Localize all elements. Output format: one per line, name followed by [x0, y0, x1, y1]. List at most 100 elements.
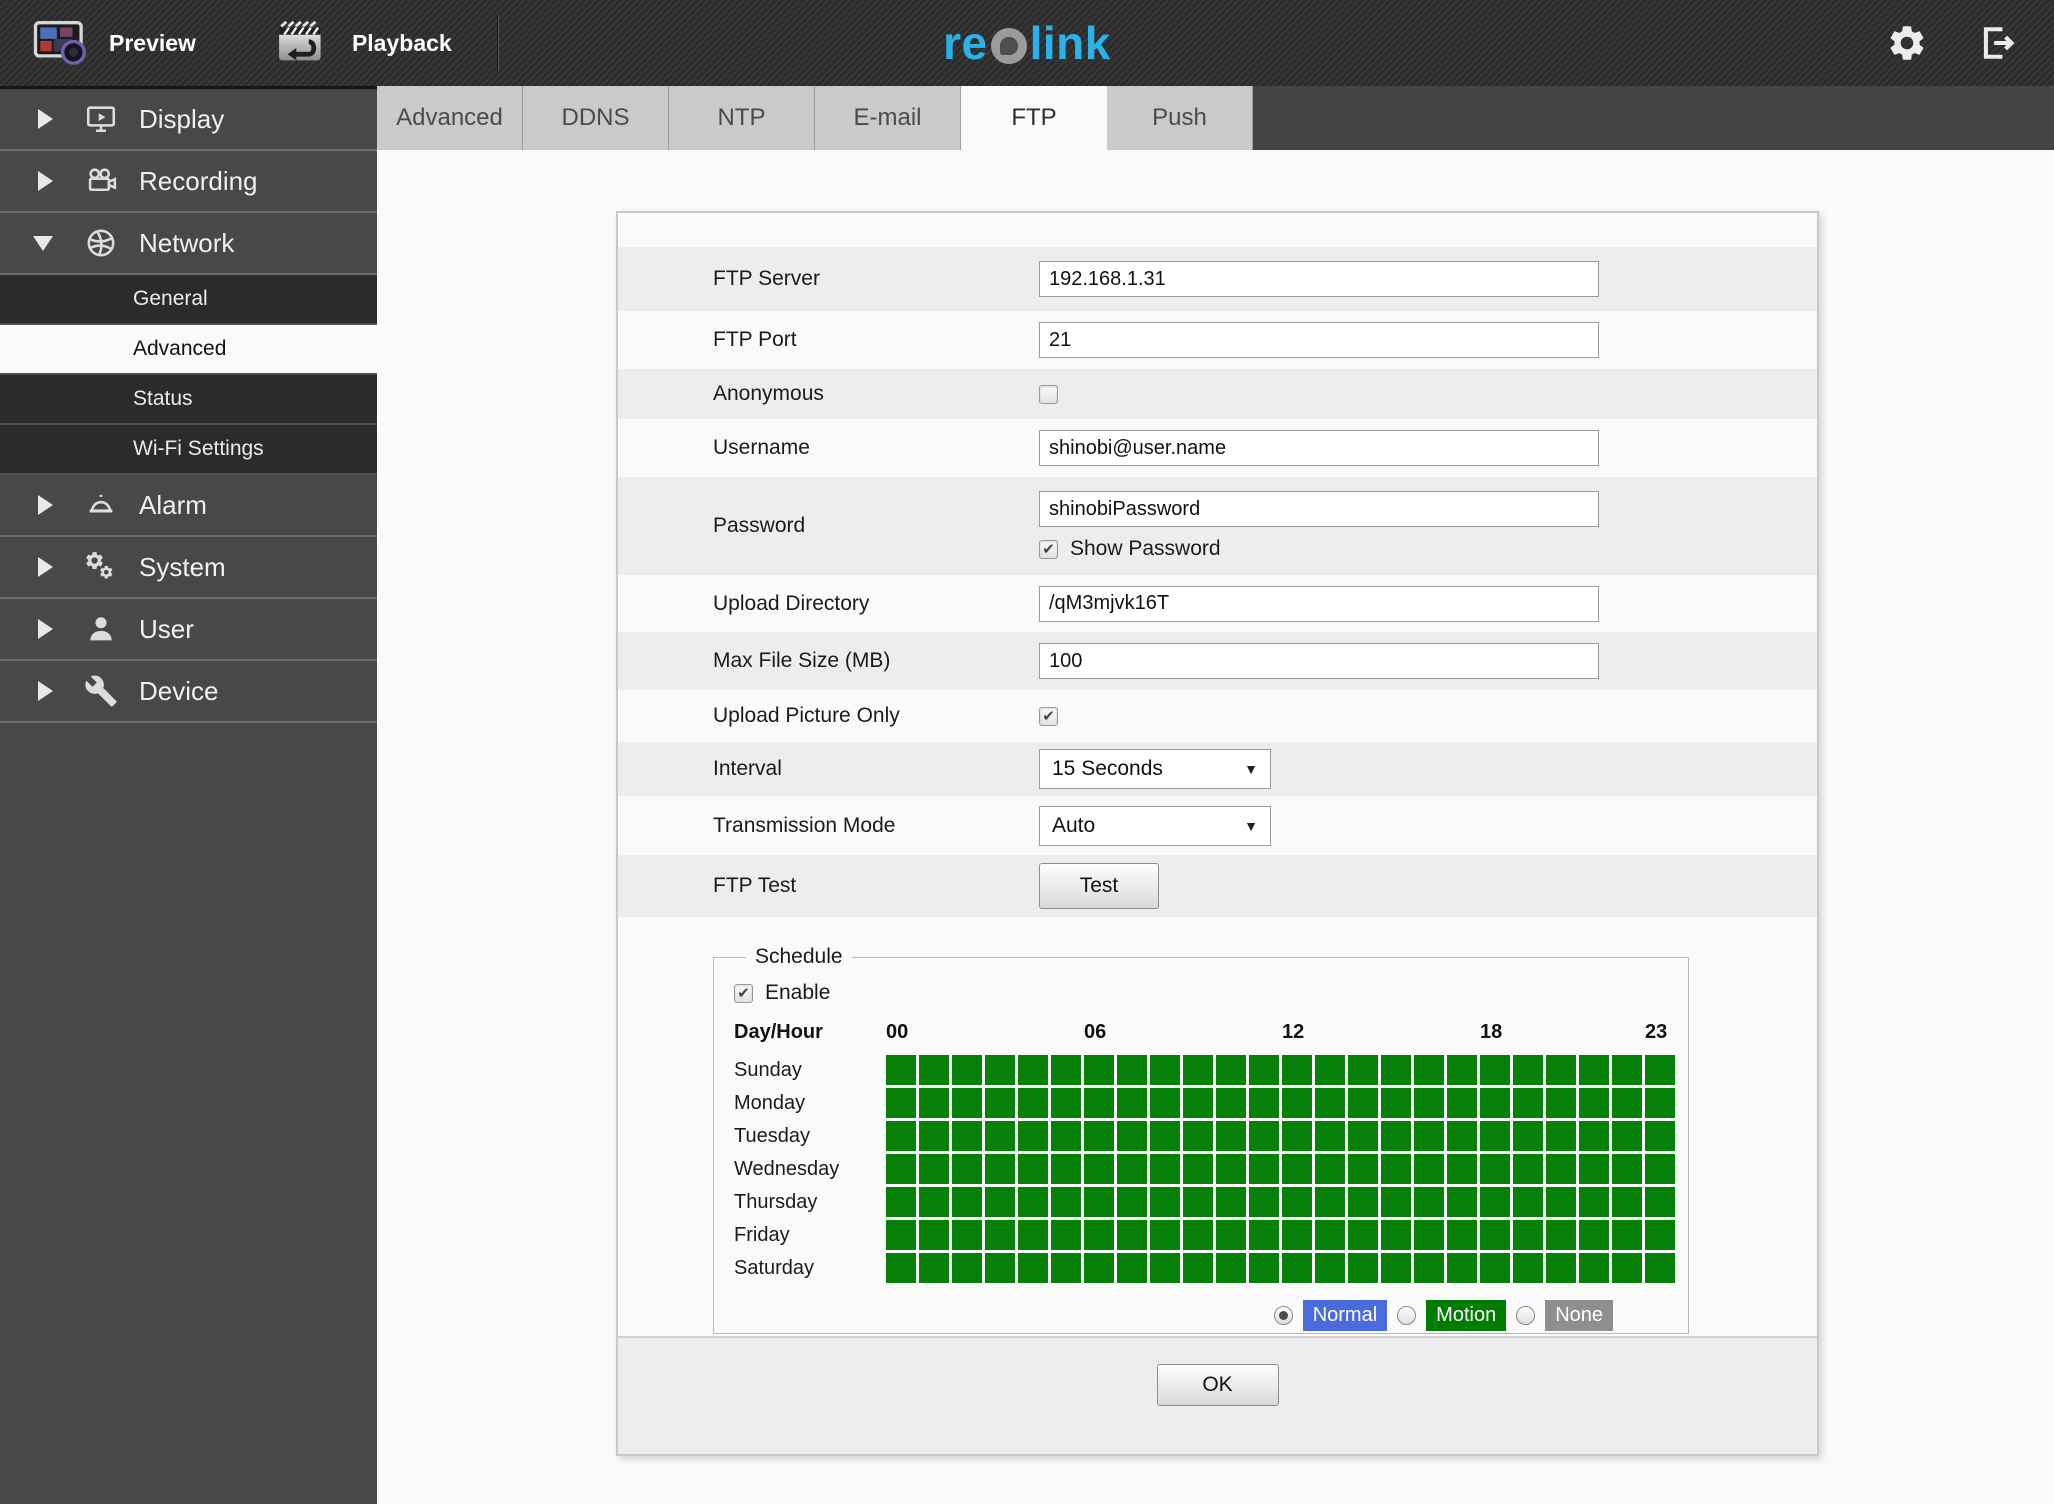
- upload-picture-only-checkbox[interactable]: [1039, 706, 1058, 726]
- schedule-cell[interactable]: [1513, 1088, 1543, 1118]
- schedule-cell[interactable]: [1117, 1121, 1147, 1151]
- schedule-cell[interactable]: [1414, 1088, 1444, 1118]
- schedule-cell[interactable]: [1216, 1253, 1246, 1283]
- schedule-cell[interactable]: [1150, 1055, 1180, 1085]
- schedule-cell[interactable]: [1348, 1088, 1378, 1118]
- show-password-checkbox[interactable]: [1039, 539, 1058, 559]
- schedule-cell[interactable]: [1315, 1121, 1345, 1151]
- schedule-cell[interactable]: [1051, 1121, 1081, 1151]
- tab-email[interactable]: E-mail: [815, 86, 961, 150]
- schedule-cell[interactable]: [1084, 1187, 1114, 1217]
- schedule-cell[interactable]: [1513, 1220, 1543, 1250]
- schedule-cell[interactable]: [1480, 1154, 1510, 1184]
- schedule-cell[interactable]: [1480, 1121, 1510, 1151]
- schedule-cell[interactable]: [1282, 1220, 1312, 1250]
- schedule-cell[interactable]: [1612, 1154, 1642, 1184]
- schedule-cell[interactable]: [1348, 1187, 1378, 1217]
- schedule-cell[interactable]: [1183, 1121, 1213, 1151]
- sidebar-item-system[interactable]: System: [0, 537, 377, 599]
- schedule-grid[interactable]: [886, 1055, 1675, 1283]
- tab-push[interactable]: Push: [1107, 86, 1253, 150]
- schedule-cell[interactable]: [1645, 1253, 1675, 1283]
- schedule-cell[interactable]: [1183, 1154, 1213, 1184]
- ftp-test-button[interactable]: Test: [1039, 863, 1159, 909]
- tab-ddns[interactable]: DDNS: [523, 86, 669, 150]
- schedule-cell[interactable]: [1282, 1121, 1312, 1151]
- schedule-cell[interactable]: [1546, 1154, 1576, 1184]
- schedule-cell[interactable]: [1447, 1253, 1477, 1283]
- schedule-cell[interactable]: [886, 1121, 916, 1151]
- mode-chip-motion[interactable]: Motion: [1426, 1300, 1507, 1331]
- ftp-server-input[interactable]: [1039, 261, 1599, 297]
- schedule-cell[interactable]: [886, 1187, 916, 1217]
- mode-radio-motion[interactable]: [1397, 1306, 1417, 1325]
- schedule-cell[interactable]: [1381, 1121, 1411, 1151]
- schedule-cell[interactable]: [1612, 1121, 1642, 1151]
- schedule-cell[interactable]: [952, 1055, 982, 1085]
- schedule-cell[interactable]: [1579, 1088, 1609, 1118]
- schedule-cell[interactable]: [1150, 1154, 1180, 1184]
- schedule-cell[interactable]: [1018, 1154, 1048, 1184]
- schedule-cell[interactable]: [1018, 1088, 1048, 1118]
- schedule-cell[interactable]: [1018, 1220, 1048, 1250]
- schedule-cell[interactable]: [1381, 1220, 1411, 1250]
- sidebar-item-network[interactable]: Network: [0, 213, 377, 275]
- schedule-cell[interactable]: [952, 1154, 982, 1184]
- schedule-cell[interactable]: [1315, 1055, 1345, 1085]
- schedule-cell[interactable]: [1150, 1253, 1180, 1283]
- schedule-cell[interactable]: [1447, 1154, 1477, 1184]
- schedule-cell[interactable]: [1084, 1220, 1114, 1250]
- schedule-cell[interactable]: [952, 1220, 982, 1250]
- sidebar-item-recording[interactable]: Recording: [0, 151, 377, 213]
- schedule-cell[interactable]: [1018, 1253, 1048, 1283]
- mode-chip-none[interactable]: None: [1545, 1300, 1613, 1331]
- schedule-cell[interactable]: [1282, 1088, 1312, 1118]
- schedule-cell[interactable]: [952, 1253, 982, 1283]
- schedule-cell[interactable]: [1018, 1055, 1048, 1085]
- schedule-cell[interactable]: [1282, 1253, 1312, 1283]
- schedule-cell[interactable]: [1249, 1220, 1279, 1250]
- schedule-cell[interactable]: [985, 1253, 1015, 1283]
- schedule-cell[interactable]: [1546, 1055, 1576, 1085]
- schedule-cell[interactable]: [1084, 1154, 1114, 1184]
- schedule-cell[interactable]: [1216, 1088, 1246, 1118]
- logout-icon[interactable]: [1974, 21, 2018, 65]
- schedule-cell[interactable]: [1051, 1088, 1081, 1118]
- schedule-cell[interactable]: [1216, 1220, 1246, 1250]
- sidebar-subitem-general[interactable]: General: [0, 275, 377, 325]
- schedule-cell[interactable]: [1183, 1220, 1213, 1250]
- schedule-cell[interactable]: [1249, 1253, 1279, 1283]
- schedule-cell[interactable]: [1513, 1253, 1543, 1283]
- anonymous-checkbox[interactable]: [1039, 384, 1058, 404]
- schedule-cell[interactable]: [1546, 1088, 1576, 1118]
- schedule-cell[interactable]: [1018, 1121, 1048, 1151]
- schedule-cell[interactable]: [1447, 1187, 1477, 1217]
- schedule-cell[interactable]: [1282, 1154, 1312, 1184]
- schedule-cell[interactable]: [1051, 1220, 1081, 1250]
- schedule-cell[interactable]: [1282, 1055, 1312, 1085]
- schedule-cell[interactable]: [1249, 1088, 1279, 1118]
- schedule-cell[interactable]: [1480, 1088, 1510, 1118]
- schedule-cell[interactable]: [886, 1220, 916, 1250]
- schedule-cell[interactable]: [1348, 1253, 1378, 1283]
- schedule-cell[interactable]: [985, 1121, 1015, 1151]
- schedule-cell[interactable]: [1249, 1121, 1279, 1151]
- tab-advanced[interactable]: Advanced: [377, 86, 523, 150]
- schedule-cell[interactable]: [1183, 1187, 1213, 1217]
- schedule-cell[interactable]: [1117, 1055, 1147, 1085]
- schedule-cell[interactable]: [1480, 1220, 1510, 1250]
- mode-radio-normal[interactable]: [1273, 1306, 1293, 1325]
- schedule-cell[interactable]: [1084, 1253, 1114, 1283]
- schedule-cell[interactable]: [1084, 1121, 1114, 1151]
- schedule-cell[interactable]: [1183, 1088, 1213, 1118]
- tab-ftp[interactable]: FTP: [961, 86, 1107, 150]
- schedule-cell[interactable]: [1183, 1253, 1213, 1283]
- schedule-cell[interactable]: [1513, 1121, 1543, 1151]
- schedule-cell[interactable]: [1150, 1187, 1180, 1217]
- schedule-cell[interactable]: [1117, 1154, 1147, 1184]
- schedule-cell[interactable]: [1150, 1121, 1180, 1151]
- schedule-cell[interactable]: [985, 1220, 1015, 1250]
- mode-chip-normal[interactable]: Normal: [1302, 1300, 1388, 1331]
- schedule-cell[interactable]: [919, 1121, 949, 1151]
- upload-directory-input[interactable]: [1039, 585, 1599, 622]
